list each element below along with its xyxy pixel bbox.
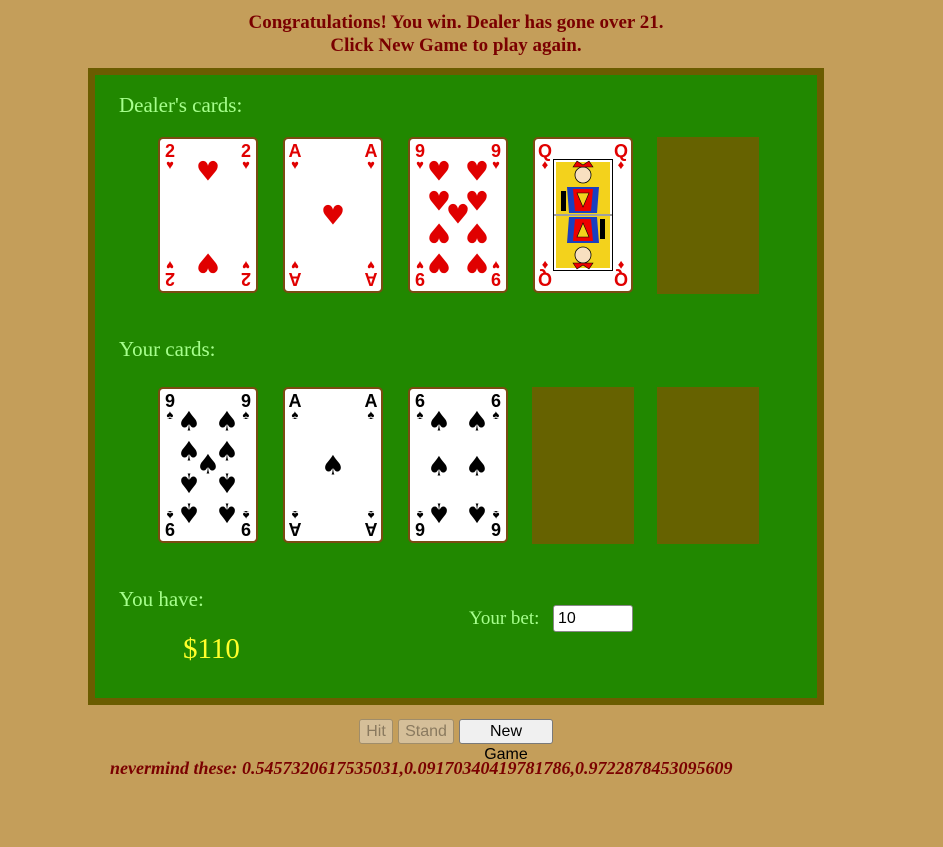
spade-pip-icon: ♠ <box>464 406 490 438</box>
spade-pip-icon: ♠ <box>320 450 346 482</box>
heart-pip-icon: ♥ <box>464 156 490 188</box>
dealer-card-4: Q ♦ Q ♦ Q ♦ Q ♦ <box>533 137 633 293</box>
spade-pip-icon: ♠ <box>426 406 452 438</box>
new-game-button[interactable]: New Game <box>459 719 553 763</box>
status-message: Congratulations! You win. Dealer has gon… <box>0 11 912 57</box>
card-index: A ♥ <box>364 141 378 172</box>
heart-pip-icon: ♥ <box>320 200 346 232</box>
dealer-card-3: 9 ♥ 9 ♥ 9 ♥ 9 ♥ ♥ ♥ ♥ ♥ ♥ ♥ ♥ ♥ ♥ <box>408 137 508 293</box>
card-index: Q ♦ <box>613 141 628 172</box>
card-index: A ♠ <box>288 391 302 422</box>
heart-pip-icon: ♥ <box>195 156 221 188</box>
spade-pip-icon: ♠ <box>176 466 202 498</box>
heart-pip-icon: ♥ <box>464 216 490 248</box>
spade-pip-icon: ♠ <box>464 451 490 483</box>
spade-pip-icon: ♠ <box>176 406 202 438</box>
queen-face-icon <box>553 159 613 271</box>
spade-pip-icon: ♠ <box>214 466 240 498</box>
dealer-cards-label: Dealer's cards: <box>119 93 243 117</box>
debug-footer: nevermind these: 0.5457320617535031,0.09… <box>110 758 733 778</box>
dealer-empty-slot <box>657 137 759 294</box>
card-index: 2 ♥ <box>164 141 175 172</box>
spade-pip-icon: ♠ <box>426 496 452 528</box>
status-line-1: Congratulations! You win. Dealer has gon… <box>248 12 664 33</box>
bank-amount: $110 <box>183 633 240 665</box>
card-index: A ♠ <box>288 508 302 539</box>
heart-pip-icon: ♥ <box>426 216 452 248</box>
status-line-2: Click New Game to play again. <box>330 35 582 56</box>
card-index: Q ♦ <box>538 258 553 289</box>
spade-pip-icon: ♠ <box>464 496 490 528</box>
player-cards-label: Your cards: <box>119 337 216 361</box>
bet-label: Your bet: <box>469 608 540 629</box>
card-index: 2 ♥ <box>241 258 252 289</box>
card-index: A ♥ <box>288 141 302 172</box>
hit-button[interactable]: Hit <box>359 719 393 744</box>
heart-pip-icon: ♥ <box>426 246 452 278</box>
card-index: 2 ♥ <box>165 258 176 289</box>
player-card-1: 9 ♠ 9 ♠ 9 ♠ 9 ♠ ♠ ♠ ♠ ♠ ♠ ♠ ♠ ♠ ♠ <box>158 387 258 543</box>
heart-pip-icon: ♥ <box>195 246 221 278</box>
card-index: 2 ♥ <box>240 141 251 172</box>
card-index: A ♠ <box>364 508 378 539</box>
heart-pip-icon: ♥ <box>464 246 490 278</box>
player-empty-slot <box>532 387 634 544</box>
stand-button[interactable]: Stand <box>398 719 454 744</box>
spade-pip-icon: ♠ <box>176 496 202 528</box>
card-index: A ♠ <box>364 391 378 422</box>
player-empty-slot <box>657 387 759 544</box>
spade-pip-icon: ♠ <box>426 451 452 483</box>
dealer-card-2: A ♥ A ♥ A ♥ A ♥ ♥ <box>283 137 383 293</box>
spade-pip-icon: ♠ <box>214 496 240 528</box>
bet-input[interactable] <box>553 605 633 632</box>
card-index: A ♥ <box>288 258 302 289</box>
player-card-2: A ♠ A ♠ A ♠ A ♠ ♠ <box>283 387 383 543</box>
card-index: Q ♦ <box>537 141 552 172</box>
card-index: Q ♦ <box>614 258 629 289</box>
spade-pip-icon: ♠ <box>214 406 240 438</box>
card-index: A ♥ <box>364 258 378 289</box>
player-card-3: 6 ♠ 6 ♠ 6 ♠ 6 ♠ ♠ ♠ ♠ ♠ ♠ ♠ <box>408 387 508 543</box>
bank-label: You have: <box>119 587 204 611</box>
dealer-card-1: 2 ♥ 2 ♥ 2 ♥ 2 ♥ ♥ ♥ <box>158 137 258 293</box>
heart-pip-icon: ♥ <box>426 156 452 188</box>
